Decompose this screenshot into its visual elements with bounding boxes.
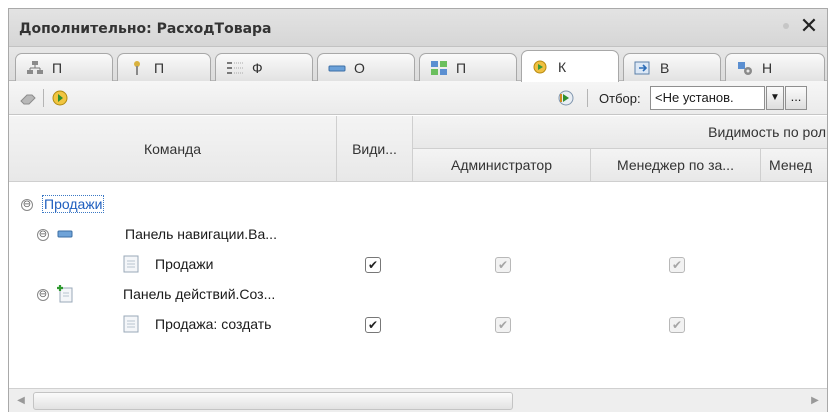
visible-checkbox[interactable]: ✔ (365, 257, 381, 273)
document-icon (123, 255, 139, 276)
role-checkbox[interactable]: ✔ (669, 317, 685, 333)
command-toolbar: Отбор: <Не установ. ▼ ... (9, 81, 827, 115)
table-row[interactable]: ⊖ Продажи (9, 190, 827, 220)
tab-strip: П П Ф О П К В Н (9, 47, 827, 82)
tab-form[interactable]: Ф (215, 53, 313, 81)
tab-label: В (660, 59, 670, 76)
title-bar: Дополнительно: РасходТовара ✕ (9, 9, 827, 47)
input-icon (634, 60, 652, 76)
settings-icon (736, 60, 754, 76)
tab-key[interactable]: П (117, 53, 211, 81)
collapse-icon[interactable]: ⊖ (21, 199, 33, 211)
table-row[interactable]: Продажи ✔ ✔ ✔ (9, 250, 827, 280)
column-header-visible[interactable]: Види... (337, 116, 413, 182)
tab-label: П (154, 59, 165, 76)
column-header-role[interactable]: Администратор (413, 149, 591, 182)
toolbar-separator (587, 89, 588, 107)
row-label: Панель навигации.Ва... (125, 226, 277, 242)
tab-subsystem[interactable]: П (419, 53, 517, 81)
table-row[interactable]: Продажа: создать ✔ ✔ ✔ (9, 310, 827, 340)
row-label: Продажи (155, 256, 214, 272)
filter-dropdown-button[interactable]: ▼ (766, 86, 784, 110)
scroll-left-icon[interactable]: ◀ (13, 393, 29, 409)
move-icon[interactable] (19, 89, 37, 107)
filter-label: Отбор: (599, 91, 641, 106)
key-icon (128, 60, 146, 76)
run-command-icon[interactable] (51, 89, 69, 107)
bar-icon (328, 60, 346, 76)
row-label: Продажа: создать (155, 316, 272, 332)
tab-label: П (52, 59, 63, 76)
tab-label: О (354, 59, 365, 76)
horizontal-scrollbar[interactable]: ◀ ▶ (9, 388, 827, 412)
form-icon (226, 60, 244, 76)
filter-choose-button[interactable]: ... (785, 86, 807, 110)
collapse-icon[interactable]: ⊖ (37, 229, 49, 241)
scroll-right-icon[interactable]: ▶ (807, 393, 823, 409)
action-panel-icon (55, 283, 75, 306)
tab-hierarchy[interactable]: П (15, 53, 113, 81)
column-header-role[interactable]: Менеджер по за... (591, 149, 761, 182)
filter-apply-icon[interactable] (557, 89, 575, 107)
group-label: Продажи (41, 195, 105, 213)
role-checkbox[interactable]: ✔ (669, 257, 685, 273)
tab-input[interactable]: В (623, 53, 721, 81)
subsystem-icon (430, 60, 448, 76)
commands-table: Команда Види... Видимость по рол Админис… (9, 116, 827, 388)
column-header-role[interactable]: Менед (761, 149, 827, 182)
command-icon (532, 59, 550, 75)
tab-label: К (558, 58, 567, 75)
window-title: Дополнительно: РасходТовара (19, 21, 272, 37)
tab-label: Ф (252, 59, 263, 76)
navigation-panel-icon (57, 227, 73, 244)
role-checkbox[interactable]: ✔ (495, 317, 511, 333)
visible-checkbox[interactable]: ✔ (365, 317, 381, 333)
tab-bar[interactable]: О (317, 53, 415, 81)
filter-field[interactable]: <Не установ. (650, 86, 765, 110)
tab-settings[interactable]: Н (725, 53, 825, 81)
column-header-command[interactable]: Команда (9, 116, 337, 182)
close-button[interactable]: ✕ (797, 15, 821, 39)
role-checkbox[interactable]: ✔ (495, 257, 511, 273)
document-icon (123, 315, 139, 336)
toolbar-separator (43, 89, 44, 107)
row-label: Панель действий.Соз... (123, 286, 276, 302)
pin-icon[interactable] (783, 23, 789, 29)
table-row[interactable]: ⊖ Панель действий.Соз... (9, 280, 827, 310)
hierarchy-icon (26, 60, 44, 76)
scrollbar-thumb[interactable] (33, 392, 513, 410)
column-header-visibility-by-roles[interactable]: Видимость по рол (413, 116, 827, 149)
table-row[interactable]: ⊖ Панель навигации.Ва... (9, 220, 827, 250)
additional-window: Дополнительно: РасходТовара ✕ П П Ф О П … (8, 8, 828, 412)
collapse-icon[interactable]: ⊖ (37, 289, 49, 301)
tab-label: П (456, 59, 467, 76)
tab-label: Н (762, 59, 773, 76)
tab-commands[interactable]: К (521, 50, 619, 82)
